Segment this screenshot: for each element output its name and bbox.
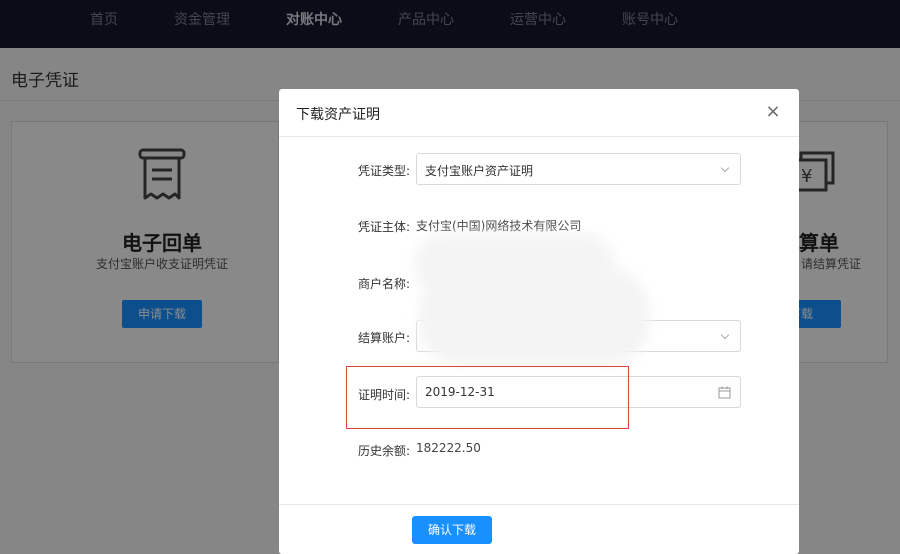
voucher-subject-label: 凭证主体: (357, 220, 410, 234)
redaction-blur (419, 269, 649, 364)
calendar-icon[interactable] (718, 386, 731, 399)
history-balance-value: 182222.50 (416, 441, 481, 455)
chevron-down-icon (720, 330, 730, 340)
voucher-type-label: 凭证类型: (357, 164, 410, 178)
history-balance-label: 历史余额: (357, 444, 410, 458)
voucher-type-select[interactable]: 支付宝账户资产证明 (416, 153, 741, 185)
voucher-subject-value: 支付宝(中国)网络技术有限公司 (416, 219, 582, 233)
settlement-account-label: 结算账户: (357, 331, 410, 345)
date-highlight-annotation (346, 366, 629, 429)
chevron-down-icon (720, 163, 730, 173)
modal-header: 下载资产证明 × (279, 89, 799, 137)
voucher-type-value: 支付宝账户资产证明 (425, 164, 534, 178)
download-asset-proof-modal: 下载资产证明 × 凭证类型: 支付宝账户资产证明 凭证主体: 支付宝(中国)网络… (279, 89, 799, 554)
confirm-download-button[interactable]: 确认下载 (412, 516, 492, 544)
modal-title: 下载资产证明 (296, 107, 380, 123)
close-icon[interactable]: × (764, 101, 782, 123)
merchant-name-label: 商户名称: (357, 277, 410, 291)
modal-footer: 确认下载 (279, 504, 799, 554)
